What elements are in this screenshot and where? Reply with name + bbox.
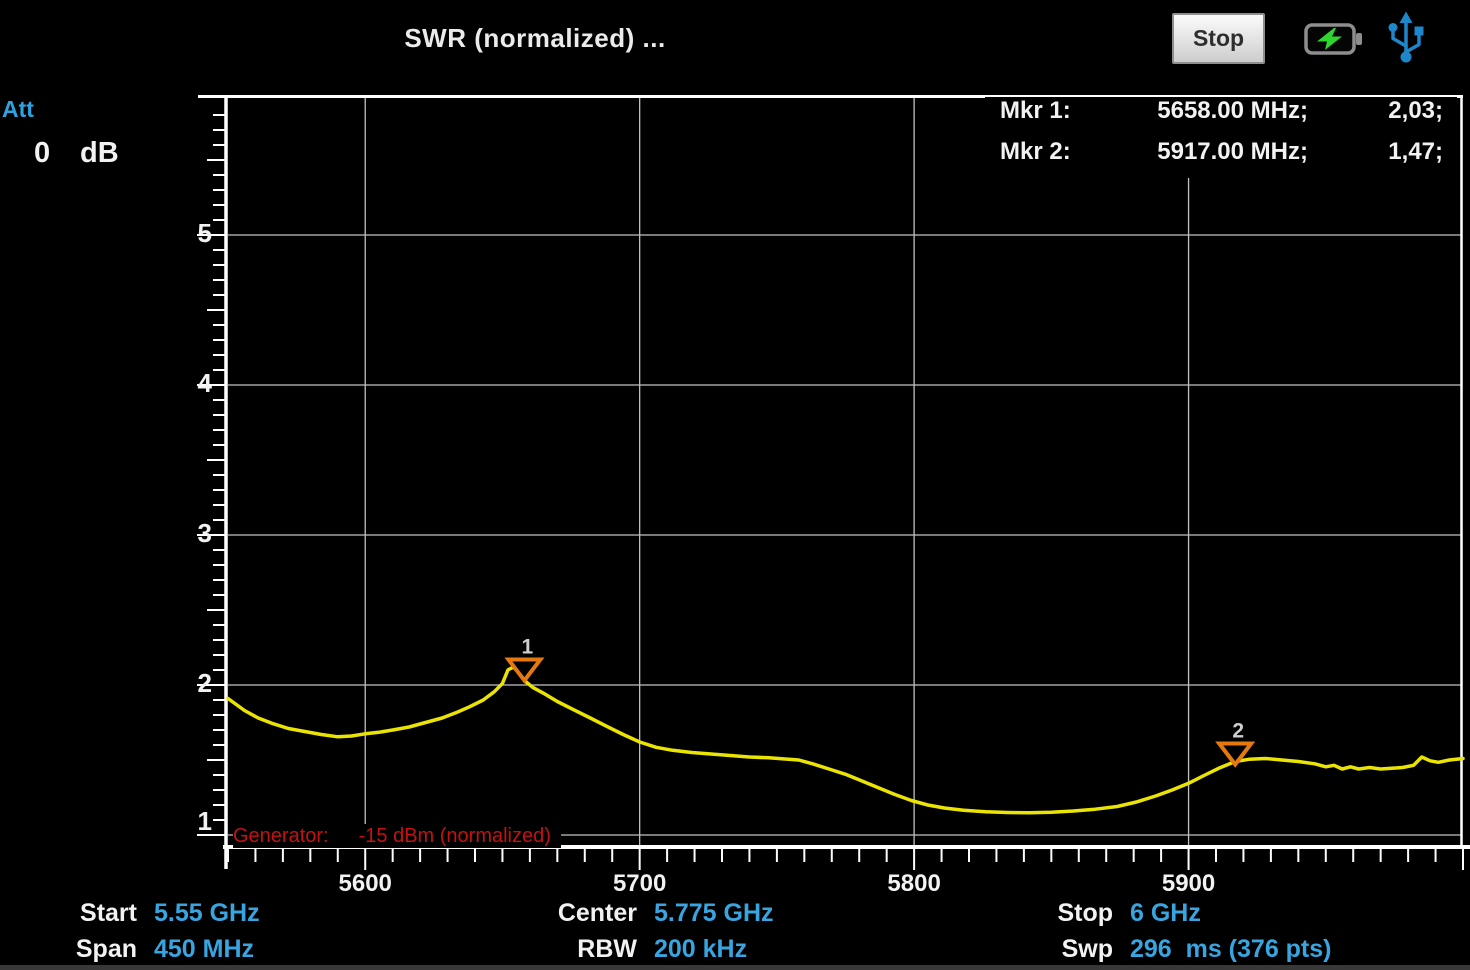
battery-charging-icon bbox=[1303, 20, 1365, 63]
stop-freq-label: Stop bbox=[1057, 899, 1113, 927]
x-tick-label-5900: 5900 bbox=[1161, 870, 1216, 897]
svg-text:1: 1 bbox=[522, 636, 534, 659]
marker-1-symbol[interactable]: 1 bbox=[504, 636, 545, 684]
start-label: Start bbox=[80, 899, 137, 927]
span-value[interactable]: 450 MHz bbox=[154, 935, 260, 964]
y-tick-label-1: 1 bbox=[197, 806, 212, 836]
start-value[interactable]: 5.55 GHz bbox=[154, 899, 260, 928]
x-tick-label-5600: 5600 bbox=[338, 870, 392, 897]
marker-readout-row-1: Mkr 1: 5658.00 MHz; 2,03; bbox=[1000, 94, 1443, 128]
statusbar-column-center-rbw: Center 5.775 GHz RBW 200 kHz bbox=[440, 899, 774, 964]
stop-button[interactable]: Stop bbox=[1172, 13, 1265, 64]
center-value[interactable]: 5.775 GHz bbox=[654, 899, 774, 928]
center-label: Center bbox=[557, 899, 637, 927]
marker-1-value: 2,03; bbox=[1388, 97, 1443, 124]
y-tick-label-2: 2 bbox=[197, 668, 212, 698]
page-title: SWR (normalized) ... bbox=[404, 23, 666, 53]
sweep-value[interactable]: 296 ms (376 pts) bbox=[1130, 935, 1332, 964]
marker-readout-row-2: Mkr 2: 5917.00 MHz; 1,47; bbox=[1000, 135, 1443, 169]
svg-text:2: 2 bbox=[1232, 720, 1244, 743]
rbw-label: RBW bbox=[577, 935, 637, 963]
marker-2-frequency: 5917.00 MHz; bbox=[1157, 138, 1308, 165]
span-label: Span bbox=[75, 935, 137, 963]
generator-value: -15 dBm (normalized) bbox=[358, 824, 551, 847]
generator-annotation: Generator: -15 dBm (normalized) bbox=[233, 824, 561, 848]
marker-1-frequency: 5658.00 MHz; bbox=[1157, 97, 1308, 124]
rbw-value[interactable]: 200 kHz bbox=[654, 935, 774, 964]
generator-label: Generator: bbox=[233, 824, 329, 847]
stop-freq-value[interactable]: 6 GHz bbox=[1130, 899, 1332, 928]
marker-1-name: Mkr 1: bbox=[1000, 97, 1071, 124]
analyzer-screen: 1 2 SWR (normalized) ... Stop Att 0 dB Mk… bbox=[0, 0, 1470, 970]
marker-readout: Mkr 1: 5658.00 MHz; 2,03; Mkr 2: 5917.00… bbox=[1000, 94, 1443, 169]
swr-trace bbox=[226, 665, 1465, 815]
x-tick-label-5800: 5800 bbox=[887, 870, 941, 897]
marker-2-symbol[interactable]: 2 bbox=[1215, 720, 1256, 768]
x-tick-label-5700: 5700 bbox=[612, 870, 667, 897]
sweep-label: Swp bbox=[1061, 935, 1113, 963]
marker-2-value: 1,47; bbox=[1388, 138, 1443, 165]
window-bottom-edge bbox=[0, 965, 1470, 970]
statusbar-column-stop-swp: Stop 6 GHz Swp 296 ms (376 pts) bbox=[978, 899, 1332, 964]
y-tick-label-5: 5 bbox=[197, 218, 212, 248]
statusbar-column-start-span: Start 5.55 GHz Span 450 MHz bbox=[0, 899, 260, 964]
attenuator-label: Att bbox=[2, 96, 34, 122]
y-tick-label-3: 3 bbox=[197, 518, 212, 548]
usb-icon bbox=[1383, 8, 1429, 71]
attenuator-value: 0 bbox=[34, 137, 51, 169]
y-tick-label-4: 4 bbox=[197, 368, 212, 398]
marker-2-name: Mkr 2: bbox=[1000, 138, 1071, 165]
attenuator-unit: dB bbox=[80, 137, 119, 169]
